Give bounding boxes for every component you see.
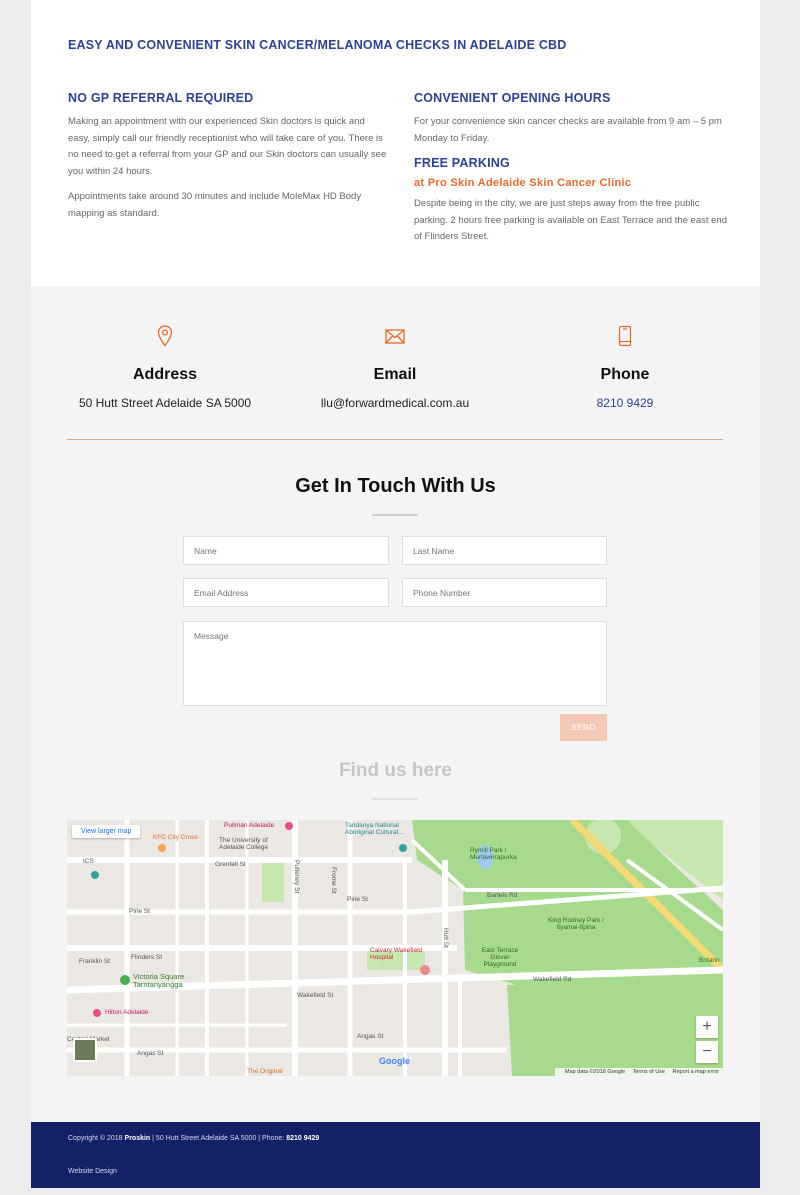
map-label-wakefield: Wakefield St bbox=[297, 992, 334, 999]
last-name-input[interactable] bbox=[402, 536, 607, 565]
name-input[interactable] bbox=[183, 536, 389, 565]
map-label-hutt: Hutt St bbox=[442, 928, 449, 948]
phone-input[interactable] bbox=[402, 578, 607, 607]
map-label-britannia: Britann bbox=[699, 957, 720, 964]
map-label-angas-left: Angas St bbox=[137, 1050, 164, 1057]
email-block: Email llu@forwardmedical.com.au bbox=[295, 324, 495, 410]
parking-subheading: at Pro Skin Adelaide Skin Cancer Clinic bbox=[414, 177, 632, 189]
hours-parking-column: CONVENIENT OPENING HOURS For your conven… bbox=[414, 91, 729, 255]
map-label-angas: Angas St bbox=[357, 1033, 384, 1040]
map-label-victoria: Victoria Square Tarntanyangga bbox=[133, 972, 185, 989]
zoom-in-button[interactable]: + bbox=[696, 1016, 718, 1038]
footer-phone: 8210 9429 bbox=[286, 1135, 320, 1142]
website-design-link[interactable]: Website Design bbox=[68, 1168, 117, 1175]
google-logo: Google bbox=[379, 1056, 410, 1066]
site-footer: Copyright © 2018 Proskin | 50 Hutt Stree… bbox=[31, 1122, 760, 1188]
map-label-tandanya: Tandanya National Aboriginal Cultural... bbox=[345, 822, 404, 836]
email-value[interactable]: llu@forwardmedical.com.au bbox=[295, 396, 495, 410]
map-label-grenfell: Grenfell St bbox=[215, 861, 246, 868]
send-button[interactable]: SEND bbox=[560, 714, 607, 741]
map-label-king-rodney: King Rodney Park / Ityamai-Itpina bbox=[547, 917, 604, 931]
map-label-ics: ICS bbox=[83, 858, 94, 865]
hours-text: For your convenience skin cancer checks … bbox=[414, 116, 722, 144]
copyright-middle: | 50 Hutt Street Adelaide SA 5000 | Phon… bbox=[152, 1135, 285, 1142]
title-underline bbox=[372, 514, 418, 516]
envelope-icon bbox=[385, 329, 405, 344]
map-label-east-terrace: East Terrace Glover Playground bbox=[481, 947, 519, 968]
find-us-title: Find us here bbox=[339, 760, 452, 781]
map-pin-icon bbox=[157, 325, 173, 347]
contact-section: Address 50 Hutt Street Adelaide SA 5000 … bbox=[31, 286, 760, 1122]
map-footer: Map data ©2018 Google Terms of Use Repor… bbox=[555, 1068, 723, 1076]
map-data-text: Map data ©2018 Google bbox=[565, 1069, 626, 1075]
parking-heading: FREE PARKING bbox=[414, 156, 510, 170]
page: EASY AND CONVENIENT SKIN CANCER/MELANOMA… bbox=[31, 0, 760, 1195]
map-label-wakefield-rd: Wakefield Rd bbox=[533, 976, 572, 983]
map-label-kfc: KFC City Cross bbox=[153, 834, 198, 841]
phone-link[interactable]: 8210 9429 bbox=[525, 396, 725, 410]
intro-section: EASY AND CONVENIENT SKIN CANCER/MELANOMA… bbox=[31, 0, 760, 286]
google-map[interactable]: Pullman Adelaide KFC City Cross The Univ… bbox=[67, 820, 723, 1076]
report-error-link[interactable]: Report a map error bbox=[673, 1069, 719, 1075]
map-label-pirie-left: Pirie St bbox=[129, 908, 150, 915]
map-label-pullman: Pullman Adelaide bbox=[224, 822, 275, 829]
map-label-the-original: The Original bbox=[247, 1068, 283, 1075]
referral-column: NO GP REFERRAL REQUIRED Making an appoin… bbox=[68, 91, 388, 231]
address-title: Address bbox=[132, 366, 198, 383]
terms-link[interactable]: Terms of Use bbox=[633, 1069, 665, 1075]
map-label-pulteney: Pulteney St bbox=[293, 860, 300, 894]
referral-heading: NO GP REFERRAL REQUIRED bbox=[68, 91, 254, 105]
phone-block: Phone 8210 9429 bbox=[525, 324, 725, 410]
brand-name: Proskin bbox=[124, 1135, 151, 1142]
email-input[interactable] bbox=[183, 578, 389, 607]
map-label-uni: The University of Adelaide College bbox=[219, 837, 269, 851]
footer-copyright: Copyright © 2018 Proskin | 50 Hutt Stree… bbox=[68, 1135, 319, 1142]
view-larger-map-link[interactable]: View larger map bbox=[72, 825, 141, 838]
map-label-bartels: Bartels Rd bbox=[487, 892, 518, 899]
parking-text: Despite being in the city, we are just s… bbox=[414, 198, 727, 242]
get-in-touch-title: Get In Touch With Us bbox=[295, 475, 496, 497]
address-block: Address 50 Hutt Street Adelaide SA 5000 bbox=[65, 324, 265, 410]
map-label-pirie: Pirie St bbox=[347, 896, 368, 903]
intro-heading: EASY AND CONVENIENT SKIN CANCER/MELANOMA… bbox=[68, 38, 567, 52]
copyright-prefix: Copyright © 2018 bbox=[68, 1135, 123, 1142]
satellite-thumbnail[interactable] bbox=[73, 1038, 97, 1062]
mobile-phone-icon bbox=[618, 325, 632, 347]
map-label-franklin: Franklin St bbox=[79, 958, 111, 965]
find-us-underline bbox=[372, 798, 418, 800]
hours-heading: CONVENIENT OPENING HOURS bbox=[414, 91, 611, 105]
phone-title: Phone bbox=[600, 366, 650, 383]
section-divider bbox=[67, 439, 723, 440]
map-label-rymill: Rymill Park / Murlawirrapurka bbox=[470, 847, 517, 861]
email-title: Email bbox=[373, 366, 417, 383]
message-textarea[interactable] bbox=[183, 621, 607, 706]
appointment-text: Appointments take around 30 minutes and … bbox=[68, 191, 362, 219]
zoom-out-button[interactable]: − bbox=[696, 1041, 718, 1063]
map-label-hilton: Hilton Adelaide bbox=[105, 1009, 149, 1016]
map-label-frome: Frome St bbox=[330, 867, 337, 894]
map-label-flinders: Flinders St bbox=[131, 954, 163, 961]
referral-text: Making an appointment with our experienc… bbox=[68, 116, 387, 177]
address-value: 50 Hutt Street Adelaide SA 5000 bbox=[78, 396, 252, 410]
map-label-calvary: Calvary Wakefield Hospital bbox=[370, 947, 423, 961]
